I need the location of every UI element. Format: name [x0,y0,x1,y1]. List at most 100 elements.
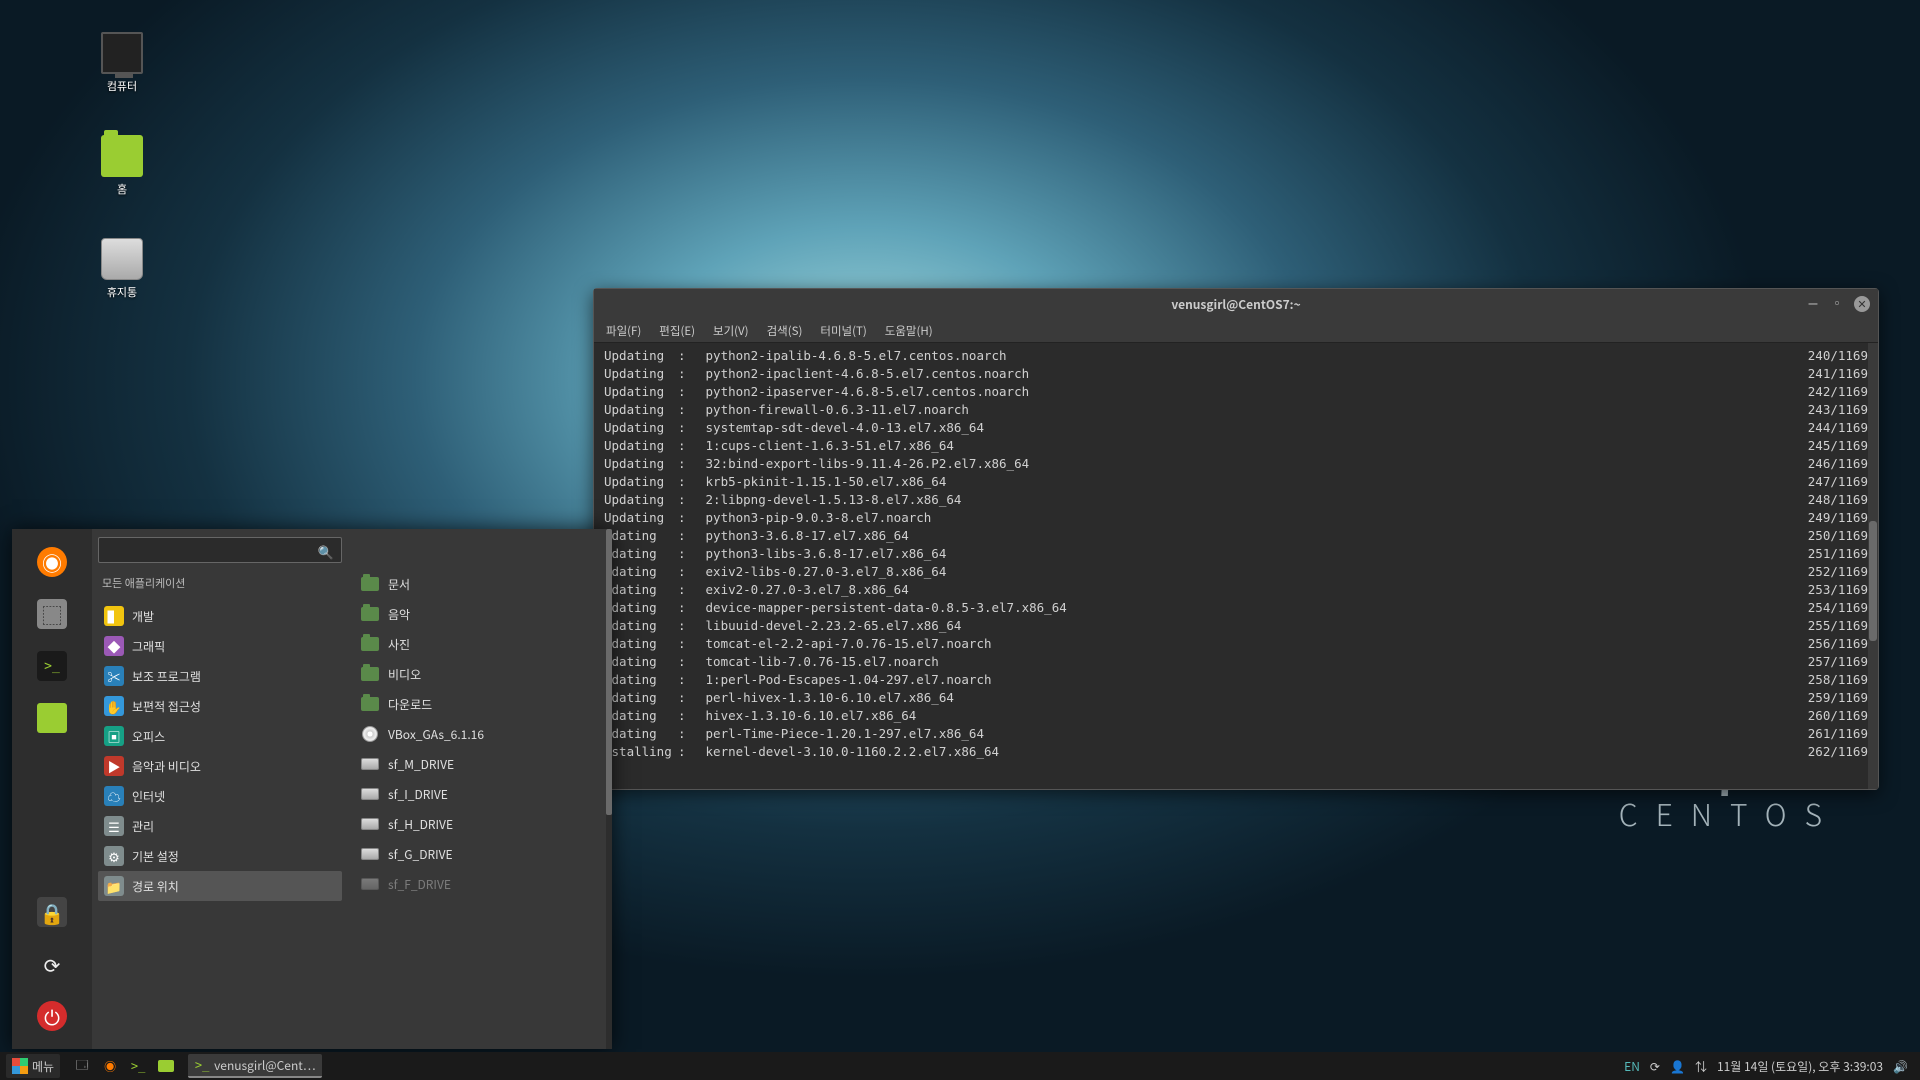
desktop-trash[interactable]: 휴지통 [77,238,167,300]
terminal-output-line: odating: tomcat-el-2.2-api-7.0.76-15.el7… [604,635,1868,653]
maximize-button[interactable]: ▫ [1830,296,1844,310]
category-icon: ✂ [104,666,124,686]
places-scrollbar[interactable] [606,529,612,1049]
category-label: 개발 [132,608,154,625]
category-item[interactable]: ✋ 보편적 접근성 [98,691,342,721]
disc-icon [362,726,378,742]
tray-updates-icon[interactable]: ⟳ [1650,1058,1660,1075]
category-item[interactable]: ☁ 인터넷 [98,781,342,811]
favorite-firefox[interactable]: ◉ [37,547,67,577]
terminal-scroll-thumb[interactable] [1869,521,1877,641]
desktop-monitor[interactable]: 컴퓨터 [77,32,167,94]
place-item[interactable]: sf_M_DRIVE [354,749,606,779]
category-icon: ⚙ [104,846,124,866]
tray-volume-icon[interactable]: 🔊 [1893,1058,1908,1075]
terminal-menu-item[interactable]: 편집(E) [659,323,695,339]
category-item[interactable]: ◆ 그래픽 [98,631,342,661]
drive-icon [361,878,379,890]
category-label: 경로 위치 [132,878,179,895]
category-icon: ▶ [104,756,124,776]
category-item[interactable]: ▣ 오피스 [98,721,342,751]
tray-lang[interactable]: EN [1624,1058,1640,1075]
terminal-output-line: odating: perl-Time-Piece-1.20.1-297.el7.… [604,725,1868,743]
terminal-menu-item[interactable]: 파일(F) [606,323,641,339]
session-logout-button[interactable]: ⟳ [37,949,67,979]
terminal-window: venusgirl@CentOS7:~ — ▫ ✕ 파일(F) 편집(E) 보기(V… [593,288,1879,790]
launcher-files[interactable] [152,1054,180,1078]
place-item[interactable]: sf_H_DRIVE [354,809,606,839]
terminal-menu-item[interactable]: 터미널(T) [820,323,866,339]
terminal-output-line: odating: python3-3.6.8-17.el7.x86_64250/… [604,527,1868,545]
terminal-output-line: odating: python3-libs-3.6.8-17.el7.x86_6… [604,545,1868,563]
terminal-menu-item[interactable]: 검색(S) [767,323,803,339]
place-label: sf_F_DRIVE [388,876,451,893]
tray-user-icon[interactable]: 👤 [1670,1058,1685,1075]
terminal-title: venusgirl@CentOS7:~ [1171,296,1300,313]
terminal-output-line: odating: exiv2-0.27.0-3.el7_8.x86_64253/… [604,581,1868,599]
terminal-output-line: odating: tomcat-lib-7.0.76-15.el7.noarch… [604,653,1868,671]
category-item[interactable]: ⚙ 기본 설정 [98,841,342,871]
terminal-titlebar[interactable]: venusgirl@CentOS7:~ — ▫ ✕ [594,289,1878,319]
trash-icon [101,238,143,280]
launcher-firefox[interactable]: ◉ [96,1054,124,1078]
place-item[interactable]: 사진 [354,629,606,659]
apps-header: 모든 애플리케이션 [98,569,342,601]
folder-icon [361,667,379,681]
minimize-button[interactable]: — [1806,296,1820,310]
place-item[interactable]: sf_F_DRIVE [354,869,606,899]
category-item[interactable]: ✂ 보조 프로그램 [98,661,342,691]
place-item[interactable]: 다운로드 [354,689,606,719]
task-terminal[interactable]: >_ venusgirl@Cent… [188,1054,322,1078]
favorite-files[interactable] [37,703,67,733]
place-item[interactable]: sf_I_DRIVE [354,779,606,809]
show-desktop-button[interactable]: 🗔 [68,1054,96,1078]
category-item[interactable]: ☰ 관리 [98,811,342,841]
terminal-menu-item[interactable]: 도움말(H) [885,323,933,339]
category-icon: ▌ [104,606,124,626]
menu-search-input[interactable] [98,537,342,563]
taskbar: 메뉴 🗔 ◉ >_ >_ venusgirl@Cent… EN ⟳ 👤 ⇅ 11… [0,1052,1920,1080]
close-button[interactable]: ✕ [1854,296,1870,312]
places-scroll-thumb[interactable] [606,529,612,815]
place-item[interactable]: VBox_GAs_6.1.16 [354,719,606,749]
place-item[interactable]: 음악 [354,599,606,629]
terminal-scrollbar[interactable] [1868,343,1878,789]
terminal-icon: >_ [130,1058,146,1074]
folder-icon [361,607,379,621]
terminal-output-line: Updating: python2-ipaclient-4.6.8-5.el7.… [604,365,1868,383]
category-icon: ☰ [104,816,124,836]
place-label: 문서 [388,576,410,593]
start-menu-button[interactable]: 메뉴 [6,1054,60,1078]
session-lock-button[interactable]: 🔒 [37,897,67,927]
category-label: 기본 설정 [132,848,179,865]
places-column: 문서음악사진비디오다운로드VBox_GAs_6.1.16sf_M_DRIVEsf… [348,529,612,1049]
folder-icon [101,135,143,177]
terminal-menu-item[interactable]: 보기(V) [713,323,749,339]
terminal-output-line: odating: 1:perl-Pod-Escapes-1.04-297.el7… [604,671,1868,689]
terminal-output-line: Updating: python2-ipaserver-4.6.8-5.el7.… [604,383,1868,401]
desktop-icon-label: 휴지통 [77,284,167,300]
terminal-output-line: odating: exiv2-libs-0.27.0-3.el7_8.x86_6… [604,563,1868,581]
session-power-button[interactable]: ⏻ [37,1001,67,1031]
tray-network-icon[interactable]: ⇅ [1695,1058,1707,1075]
tray-clock[interactable]: 11월 14일 (토요일), 오후 3:39:03 [1717,1058,1883,1075]
category-item[interactable]: ▌ 개발 [98,601,342,631]
category-label: 오피스 [132,728,165,745]
search-icon: 🔍 [318,542,334,561]
category-item[interactable]: ▶ 음악과 비디오 [98,751,342,781]
favorite-cal[interactable]: ⬚ [37,599,67,629]
system-tray: EN ⟳ 👤 ⇅ 11월 14일 (토요일), 오후 3:39:03 🔊 [1618,1058,1914,1075]
place-item[interactable]: sf_G_DRIVE [354,839,606,869]
drive-icon [361,848,379,860]
place-item[interactable]: 문서 [354,569,606,599]
category-item[interactable]: 📁 경로 위치 [98,871,342,901]
desktop-folder[interactable]: 홈 [77,135,167,197]
launcher-terminal[interactable]: >_ [124,1054,152,1078]
place-item[interactable]: 비디오 [354,659,606,689]
category-label: 음악과 비디오 [132,758,201,775]
terminal-body[interactable]: Updating: python2-ipalib-4.6.8-5.el7.cen… [594,343,1878,789]
favorite-termico[interactable]: >_ [37,651,67,681]
terminal-output-line: Updating: 2:libpng-devel-1.5.13-8.el7.x8… [604,491,1868,509]
place-label: sf_H_DRIVE [388,816,453,833]
terminal-output-line: nstalling: kernel-devel-3.10.0-1160.2.2.… [604,743,1868,761]
